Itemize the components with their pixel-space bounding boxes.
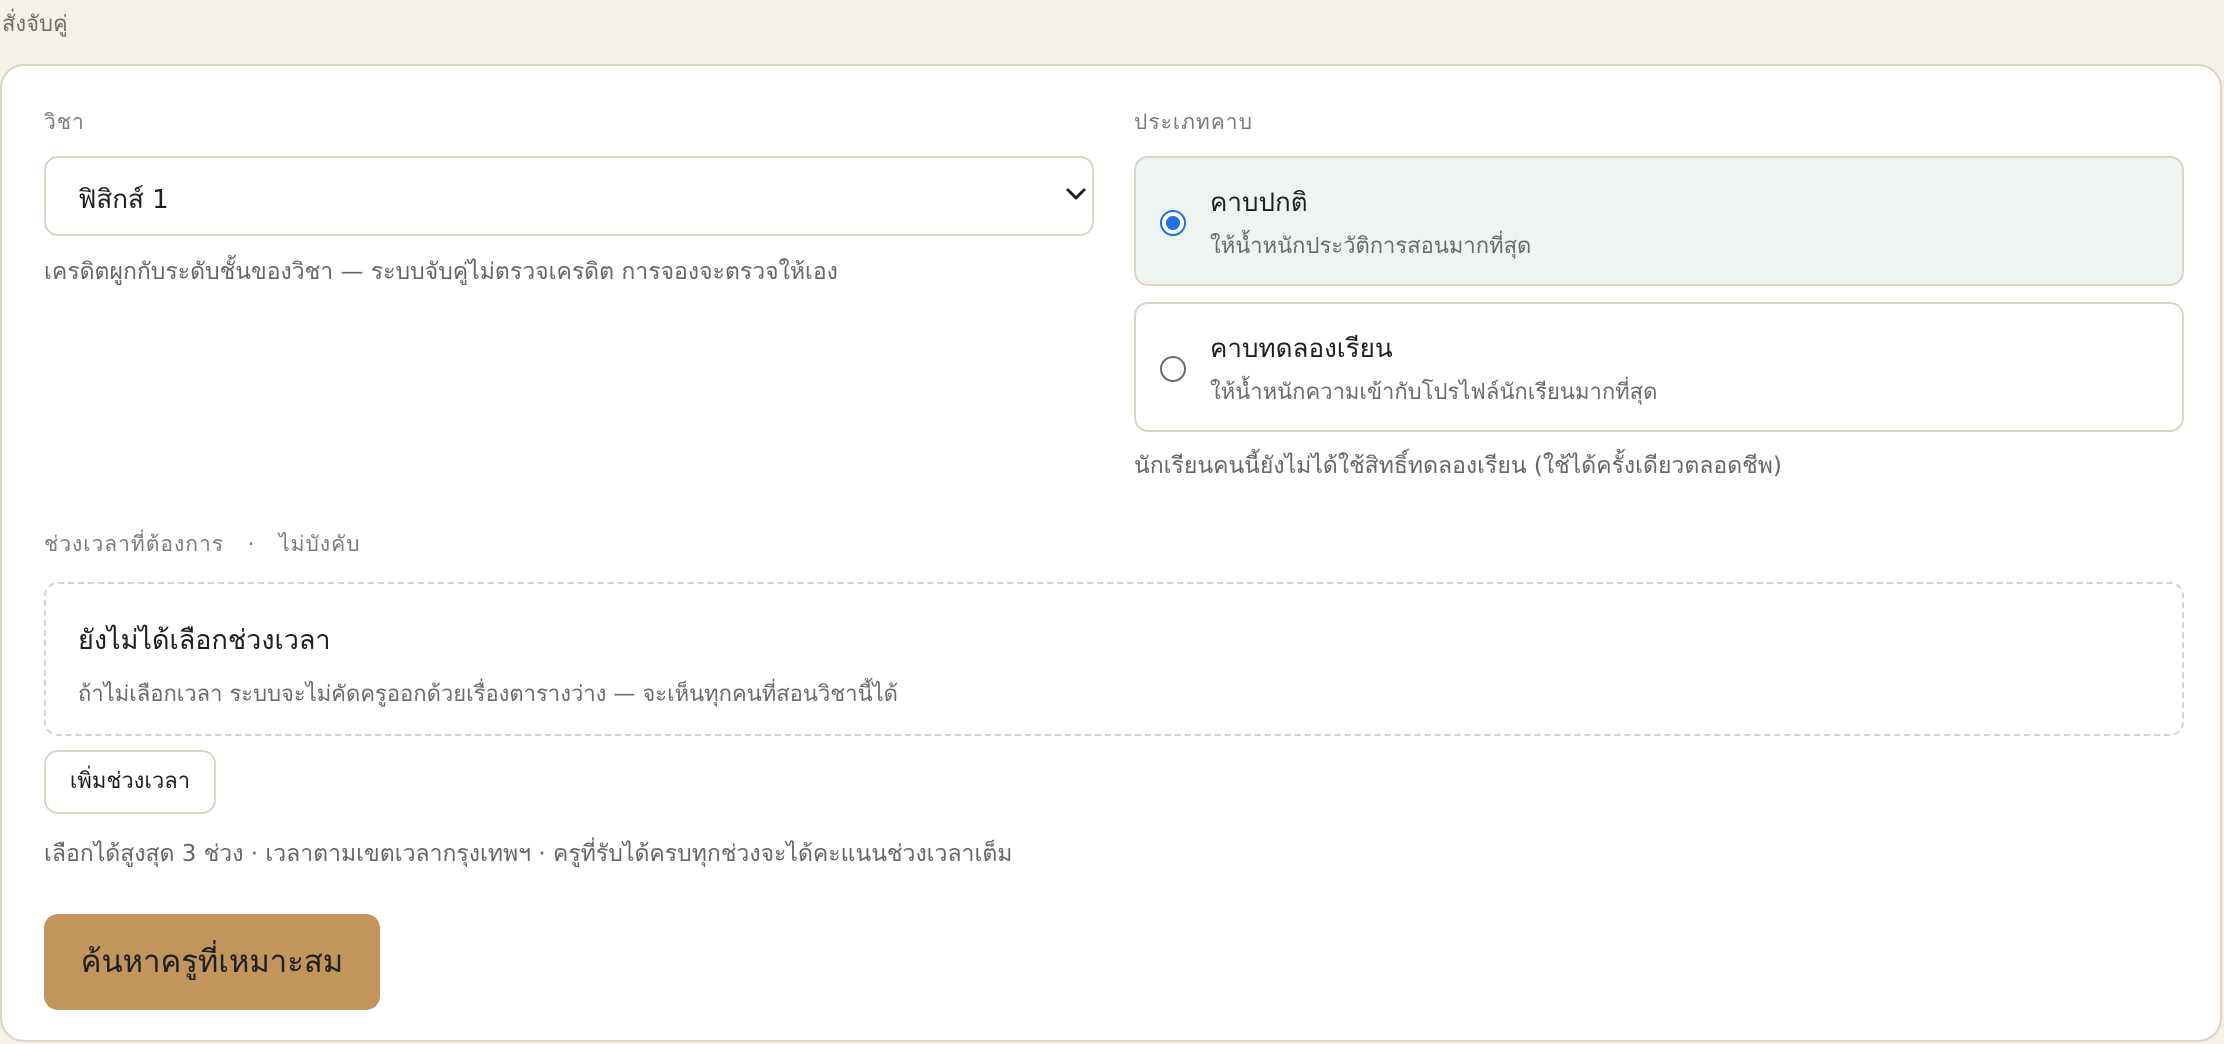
lesson-type-regular-option[interactable]: คาบปกติ ให้น้ำหนักประวัติการสอนมากที่สุด [1134,156,2184,286]
chevron-down-icon [1066,188,1086,200]
time-slots-label-row: ช่วงเวลาที่ต้องการ · ไม่บังคับ [44,528,361,561]
time-slots-optional: ไม่บังคับ [279,532,361,556]
radio-unselected-icon[interactable] [1160,356,1186,382]
lesson-type-label: ประเภทคาบ [1134,110,1253,134]
lesson-type-trial-option[interactable]: คาบทดลองเรียน ให้น้ำหนักความเข้ากับโปรไฟ… [1134,302,2184,432]
subject-help-text: เครดิตผูกกับระดับชั้นของวิชา — ระบบจับคู… [44,259,838,285]
time-slots-label: ช่วงเวลาที่ต้องการ [44,532,225,556]
find-teacher-button[interactable]: ค้นหาครูที่เหมาะสม [44,914,380,1010]
subject-label: วิชา [44,110,85,134]
time-slots-empty-state: ยังไม่ได้เลือกช่วงเวลา ถ้าไม่เลือกเวลา ร… [44,582,2184,736]
lesson-type-regular-title: คาบปกติ [1210,188,1308,218]
lesson-type-regular-desc: ให้น้ำหนักประวัติการสอนมากที่สุด [1210,234,1532,259]
time-slots-empty-title: ยังไม่ได้เลือกช่วงเวลา [78,625,331,656]
subject-select[interactable]: ฟิสิกส์ 1 [44,156,1094,236]
subject-select-value: ฟิสิกส์ 1 [78,185,169,215]
time-slots-separator: · [247,532,256,556]
lesson-type-trial-desc: ให้น้ำหนักความเข้ากับโปรไฟล์นักเรียนมากท… [1210,380,1658,405]
lesson-type-note: นักเรียนคนนี้ยังไม่ได้ใช้สิทธิ์ทดลองเรีย… [1134,453,1782,479]
radio-selected-icon[interactable] [1160,210,1186,236]
time-slots-empty-desc: ถ้าไม่เลือกเวลา ระบบจะไม่คัดครูออกด้วยเร… [78,682,898,707]
add-time-slot-button[interactable]: เพิ่มช่วงเวลา [44,750,216,814]
time-slots-help-text: เลือกได้สูงสุด 3 ช่วง · เวลาตามเขตเวลากร… [44,841,1013,867]
top-label: สั่งจับคู่ [2,12,68,37]
match-form-card: วิชา ฟิสิกส์ 1 เครดิตผูกกับระดับชั้นของว… [0,64,2222,1042]
lesson-type-trial-title: คาบทดลองเรียน [1210,334,1393,364]
